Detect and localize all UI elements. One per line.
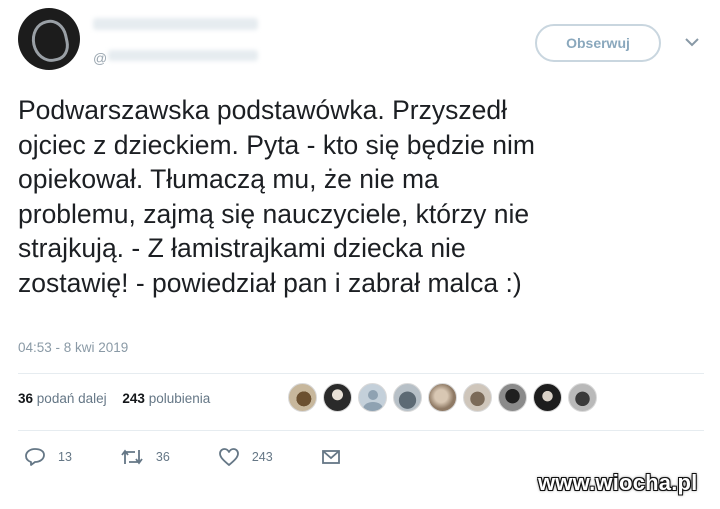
blurred-handle bbox=[108, 50, 258, 61]
tweet-text: Podwarszawska podstawówka. Przyszedł ojc… bbox=[18, 93, 708, 300]
retweets-count: 36 bbox=[18, 391, 34, 406]
tweet-timestamp[interactable]: 04:53 - 8 kwi 2019 bbox=[18, 340, 128, 355]
reply-icon bbox=[25, 448, 45, 466]
tweet-text-line: ojciec z dzieckiem. Pyta - kto się będzi… bbox=[18, 129, 535, 160]
divider bbox=[18, 430, 704, 431]
liker-avatar[interactable] bbox=[323, 383, 352, 412]
follow-button[interactable]: Obserwuj bbox=[535, 24, 661, 62]
likers-avatars bbox=[288, 383, 603, 417]
reply-action[interactable]: 13 bbox=[24, 447, 72, 467]
heart-icon bbox=[218, 448, 239, 466]
liker-avatar[interactable] bbox=[393, 383, 422, 412]
reply-count: 13 bbox=[58, 450, 72, 464]
like-action[interactable]: 243 bbox=[218, 447, 273, 467]
tweet-actions: 13 36 243 bbox=[24, 447, 401, 467]
blurred-display-name bbox=[93, 18, 258, 30]
liker-avatar[interactable] bbox=[463, 383, 492, 412]
retweet-action[interactable]: 36 bbox=[120, 448, 170, 466]
tweet-text-line: opiekował. Tłumaczą mu, że nie ma bbox=[18, 164, 439, 194]
avatar-mark bbox=[28, 16, 72, 66]
engagement-stats: 36 podań dalej 243 polubienia bbox=[18, 391, 222, 406]
tweet-text-line: Podwarszawska podstawówka. Przyszedł bbox=[18, 95, 507, 125]
mail-icon bbox=[321, 450, 340, 464]
liker-avatar[interactable] bbox=[533, 383, 562, 412]
follow-button-label: Obserwuj bbox=[566, 35, 630, 51]
tweet-text-line: zostawię! - powiedział pan i zabrał malc… bbox=[18, 267, 522, 298]
retweets-label: podań dalej bbox=[36, 391, 107, 406]
chevron-down-icon[interactable] bbox=[684, 36, 700, 48]
liker-avatar[interactable] bbox=[568, 383, 597, 412]
likes-count: 243 bbox=[122, 391, 145, 406]
retweet-icon bbox=[121, 449, 143, 465]
direct-message-action[interactable] bbox=[321, 449, 353, 465]
tweet-text-line: problemu, zajmą się nauczyciele, którzy … bbox=[18, 198, 530, 229]
like-count: 243 bbox=[251, 450, 273, 464]
retweet-count: 36 bbox=[155, 450, 170, 464]
liker-avatar[interactable] bbox=[498, 383, 527, 412]
likes-label: polubienia bbox=[148, 391, 211, 406]
likes-stat[interactable]: 243 polubienia bbox=[122, 391, 210, 406]
avatar[interactable] bbox=[18, 8, 80, 70]
liker-avatar[interactable] bbox=[288, 383, 317, 412]
divider bbox=[18, 373, 704, 374]
liker-avatar[interactable] bbox=[358, 383, 387, 412]
tweet-text-line: strajkują. - Z łamistrajkami dziecka nie bbox=[18, 233, 466, 263]
liker-avatar[interactable] bbox=[428, 383, 457, 412]
handle-glyph: @ bbox=[93, 50, 108, 66]
retweets-stat[interactable]: 36 podań dalej bbox=[18, 391, 107, 406]
watermark: www.wiocha.pl bbox=[538, 470, 698, 495]
